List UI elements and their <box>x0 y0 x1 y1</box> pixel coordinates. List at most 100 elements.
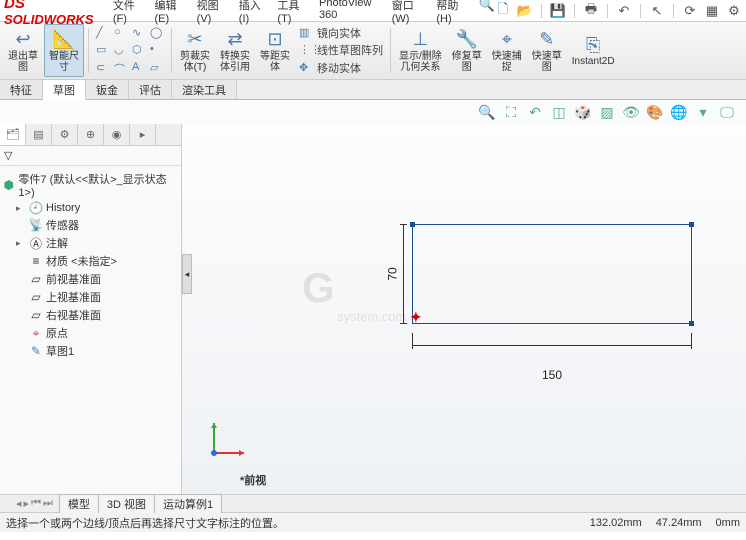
section-icon[interactable]: ◫ <box>550 103 568 121</box>
settings-icon[interactable]: ⚙ <box>726 3 742 19</box>
mirror-icon[interactable]: ▥ <box>299 26 313 40</box>
ellipse-icon[interactable]: ◯ <box>150 26 164 40</box>
linear-pattern-icon[interactable]: ⋮⋮ <box>299 43 313 57</box>
plane-icon: ▱ <box>29 272 43 286</box>
tree-sketch1[interactable]: ✎草图1 <box>16 342 179 360</box>
display-style-icon[interactable]: ▨ <box>598 103 616 121</box>
menu-view[interactable]: 视图(V) <box>197 0 227 25</box>
open-icon[interactable]: 📂 <box>517 3 533 19</box>
feature-tree: ⬢ 零件7 (默认<<默认>_显示状态 1>) ▸🕘History 📡传感器 ▸… <box>0 166 181 494</box>
relations-icon: ⊥ <box>413 29 429 51</box>
exit-sketch-button[interactable]: ↩ 退出草 图 <box>4 24 42 77</box>
menu-window[interactable]: 窗口(W) <box>392 0 425 25</box>
tree-root[interactable]: ⬢ 零件7 (默认<<默认>_显示状态 1>) <box>2 170 179 200</box>
circle-icon[interactable]: ○ <box>114 26 128 40</box>
rapid-sketch-button[interactable]: ✎ 快速草 图 <box>528 24 566 77</box>
menu-photoview[interactable]: PhotoView 360 <box>319 0 380 25</box>
btab-model[interactable]: 模型 <box>59 494 99 513</box>
panel-tab-property[interactable]: ▤ <box>26 124 52 145</box>
sketch-rectangle[interactable]: ✦ <box>412 224 692 324</box>
prev-view-icon[interactable]: ↶ <box>526 103 544 121</box>
app-logo: DS SOLIDWORKS <box>4 0 103 27</box>
options-icon[interactable]: ▦ <box>704 3 720 19</box>
panel-tab-config[interactable]: ⚙ <box>52 124 78 145</box>
smart-dimension-button[interactable]: 📐 智能尺 寸 <box>44 24 84 77</box>
part-icon: ⬢ <box>2 178 15 192</box>
zoom-fit-icon[interactable]: 🔍 <box>478 103 496 121</box>
tab-sheetmetal[interactable]: 钣金 <box>86 80 129 99</box>
panel-tab-dimxpert[interactable]: ⊕ <box>78 124 104 145</box>
spline-icon[interactable]: ∿ <box>132 26 146 40</box>
tree-front-plane[interactable]: ▱前视基准面 <box>16 270 179 288</box>
dimension-width[interactable]: 150 <box>412 333 692 360</box>
trim-button[interactable]: ✂ 剪裁实 体(T) <box>176 24 214 77</box>
slot-icon[interactable]: ⊂ <box>96 61 110 75</box>
tab-sketch[interactable]: 草图 <box>43 80 86 100</box>
hide-show-icon[interactable]: 👁 <box>622 103 640 121</box>
offset-button[interactable]: ⊡ 等距实 体 <box>256 24 294 77</box>
screen-icon[interactable]: 🖵 <box>718 103 736 121</box>
tree-annotations[interactable]: ▸Ⓐ注解 <box>16 234 179 252</box>
new-icon[interactable]: 🗋 <box>495 3 511 19</box>
material-icon: ≡ <box>29 254 43 268</box>
polygon-icon[interactable]: ⬡ <box>132 43 146 57</box>
repair-icon: 🔧 <box>456 29 478 51</box>
tab-scroll-arrows[interactable]: ◂▸⏮⏭ <box>16 497 53 510</box>
tab-feature[interactable]: 特征 <box>0 80 43 99</box>
panel-tab-more[interactable]: ▸ <box>130 124 156 145</box>
tree-origin[interactable]: ⌖原点 <box>16 324 179 342</box>
menu-file[interactable]: 文件(F) <box>113 0 143 25</box>
offset-icon: ⊡ <box>267 29 282 51</box>
rebuild-icon[interactable]: ⟳ <box>682 3 698 19</box>
zoom-area-icon[interactable]: ⛶ <box>502 103 520 121</box>
panel-tab-tree[interactable]: 🗂 <box>0 124 26 145</box>
rect-icon[interactable]: ▭ <box>96 43 110 57</box>
text-icon[interactable]: A <box>132 61 146 75</box>
menu-edit[interactable]: 编辑(E) <box>155 0 185 25</box>
fillet-icon[interactable]: ⌒ <box>114 61 128 75</box>
btab-3dview[interactable]: 3D 视图 <box>98 494 155 513</box>
tree-right-plane[interactable]: ▱右视基准面 <box>16 306 179 324</box>
view-triad[interactable] <box>204 419 248 466</box>
line-icon[interactable]: ╱ <box>96 26 110 40</box>
scene-icon[interactable]: 🌐 <box>670 103 688 121</box>
tree-filter[interactable]: ▽ <box>0 146 181 166</box>
collapse-panel-button[interactable]: ◂ <box>182 254 192 294</box>
tree-material[interactable]: ≡材质 <未指定> <box>16 252 179 270</box>
feature-manager-panel: 🗂 ▤ ⚙ ⊕ ◉ ▸ ▽ ⬢ 零件7 (默认<<默认>_显示状态 1>) ▸🕘… <box>0 124 182 494</box>
tab-render[interactable]: 渲染工具 <box>172 80 237 99</box>
quick-snap-button[interactable]: ⌖ 快速捕 捉 <box>488 24 526 77</box>
instant2d-button[interactable]: ⎘ Instant2D <box>568 24 619 77</box>
menu-search-icon[interactable]: 🔍 <box>479 0 495 13</box>
convert-button[interactable]: ⇄ 转换实 体引用 <box>216 24 254 77</box>
view-orient-icon[interactable]: 🎲 <box>574 103 592 121</box>
undo-icon[interactable]: ↶ <box>616 3 632 19</box>
menu-tools[interactable]: 工具(T) <box>277 0 307 25</box>
annotation-icon: Ⓐ <box>29 236 43 250</box>
tree-top-plane[interactable]: ▱上视基准面 <box>16 288 179 306</box>
plane-icon[interactable]: ▱ <box>150 61 164 75</box>
appearance-icon[interactable]: 🎨 <box>646 103 664 121</box>
menu-insert[interactable]: 插入(I) <box>239 0 266 25</box>
menu-help[interactable]: 帮助(H) <box>436 0 467 25</box>
dimension-height[interactable]: 70 <box>386 224 404 324</box>
panel-tab-display[interactable]: ◉ <box>104 124 130 145</box>
select-icon[interactable]: ↖ <box>649 3 665 19</box>
tab-evaluate[interactable]: 评估 <box>129 80 172 99</box>
relations-button[interactable]: ⊥ 显示/删除 几何关系 <box>395 24 446 77</box>
tree-sensors[interactable]: 📡传感器 <box>16 216 179 234</box>
tree-history[interactable]: ▸🕘History <box>16 200 179 216</box>
move-icon[interactable]: ✥ <box>299 61 313 75</box>
view-settings-icon[interactable]: ▾ <box>694 103 712 121</box>
point-icon[interactable]: • <box>150 43 164 57</box>
ribbon-toolbar: ↩ 退出草 图 📐 智能尺 寸 ╱ ○ ∿ ◯ ▭ ◡ ⬡ • ⊂ ⌒ A ▱ … <box>0 22 746 80</box>
btab-motion[interactable]: 运动算例1 <box>154 494 222 513</box>
print-icon[interactable]: 🖶 <box>583 3 599 19</box>
repair-button[interactable]: 🔧 修复草 图 <box>448 24 486 77</box>
save-icon[interactable]: 💾 <box>550 3 566 19</box>
arc-icon[interactable]: ◡ <box>114 43 128 57</box>
status-hint: 选择一个或两个边线/顶点后再选择尺寸文字标注的位置。 <box>6 515 284 531</box>
model-tabs: ◂▸⏮⏭ 模型 3D 视图 运动算例1 <box>0 494 746 512</box>
graphics-canvas[interactable]: G system.com ✦ 70 150 <box>182 124 746 494</box>
dimension-icon: 📐 <box>53 29 75 51</box>
